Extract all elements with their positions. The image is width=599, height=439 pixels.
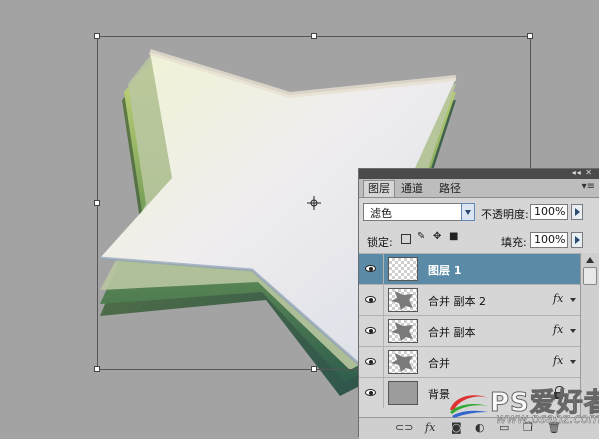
fx-icon[interactable]: fx — [553, 354, 563, 367]
scroll-up-icon[interactable] — [586, 257, 594, 263]
layer-thumbnail — [388, 288, 418, 312]
fill-arrow-icon[interactable] — [571, 232, 583, 248]
opacity-label: 不透明度: — [481, 208, 529, 221]
fill-label: 填充: — [501, 236, 527, 249]
lock-all-icon[interactable]: ■ — [449, 232, 459, 242]
expand-effects-icon[interactable] — [570, 298, 576, 302]
transform-handle-top-left[interactable] — [94, 33, 100, 39]
panel-tabs: 图层 通道 路径 ▾≡ — [359, 179, 599, 198]
add-style-icon[interactable]: fx — [425, 421, 435, 434]
layer-thumbnail — [388, 319, 418, 343]
transform-handle-bottom-left[interactable] — [94, 366, 100, 372]
visibility-eye-icon[interactable] — [359, 285, 384, 315]
lock-label: 锁定: — [367, 236, 393, 249]
blend-mode-value: 滤色 — [370, 207, 392, 220]
layer-name[interactable]: 合并 副本 — [428, 324, 476, 340]
tab-channels[interactable]: 通道 — [397, 181, 427, 197]
layer-thumbnail — [388, 257, 418, 281]
expand-effects-icon[interactable] — [570, 360, 576, 364]
scroll-thumb[interactable] — [583, 267, 597, 285]
opacity-arrow-icon[interactable] — [571, 204, 583, 220]
visibility-eye-icon[interactable] — [359, 347, 384, 377]
fx-icon[interactable]: fx — [553, 292, 563, 305]
lock-brush-icon[interactable]: ✎ — [417, 232, 427, 242]
transform-handle-bottom-center[interactable] — [311, 366, 317, 372]
panel-menu-icon[interactable]: ▾≡ — [582, 181, 595, 192]
visibility-eye-icon[interactable] — [359, 316, 384, 346]
layer-name[interactable]: 合并 副本 2 — [428, 293, 486, 309]
layer-thumbnail — [388, 381, 418, 405]
visibility-eye-icon[interactable] — [359, 378, 384, 408]
layer-row-2[interactable]: 合并 副本 2 fx — [359, 284, 580, 315]
layer-thumbnail — [388, 350, 418, 374]
chevron-down-icon[interactable] — [461, 203, 475, 221]
expand-effects-icon[interactable] — [570, 329, 576, 333]
site-watermark: PS爱好者 www.psahz.com — [440, 384, 599, 428]
watermark-logo-icon — [450, 395, 488, 418]
transform-handle-top-right[interactable] — [527, 33, 533, 39]
layer-name[interactable]: 图层 1 — [428, 262, 461, 278]
panel-title-bar[interactable]: ◂◂ ✕ — [359, 168, 599, 179]
layer-row-1[interactable]: 图层 1 — [359, 253, 580, 284]
tab-layers[interactable]: 图层 — [363, 180, 395, 197]
opacity-input[interactable]: 100% — [530, 204, 568, 220]
lock-transparent-icon[interactable] — [401, 234, 411, 244]
panel-collapse-icon[interactable]: ◂◂ ✕ — [572, 168, 593, 177]
layer-row-3[interactable]: 合并 副本 fx — [359, 315, 580, 346]
fill-input[interactable]: 100% — [530, 232, 568, 248]
tab-paths[interactable]: 路径 — [435, 181, 465, 197]
transform-handle-top-center[interactable] — [311, 33, 317, 39]
watermark-url: www.psahz.com — [496, 412, 599, 428]
transform-handle-middle-left[interactable] — [94, 200, 100, 206]
blend-mode-select[interactable]: 滤色 — [363, 203, 475, 221]
fx-icon[interactable]: fx — [553, 323, 563, 336]
layer-name[interactable]: 合并 — [428, 355, 450, 371]
link-layers-icon[interactable]: ⊂⊃ — [395, 421, 413, 434]
layer-row-4[interactable]: 合并 fx — [359, 346, 580, 377]
lock-move-icon[interactable]: ✥ — [433, 232, 443, 242]
visibility-eye-icon[interactable] — [359, 254, 384, 284]
